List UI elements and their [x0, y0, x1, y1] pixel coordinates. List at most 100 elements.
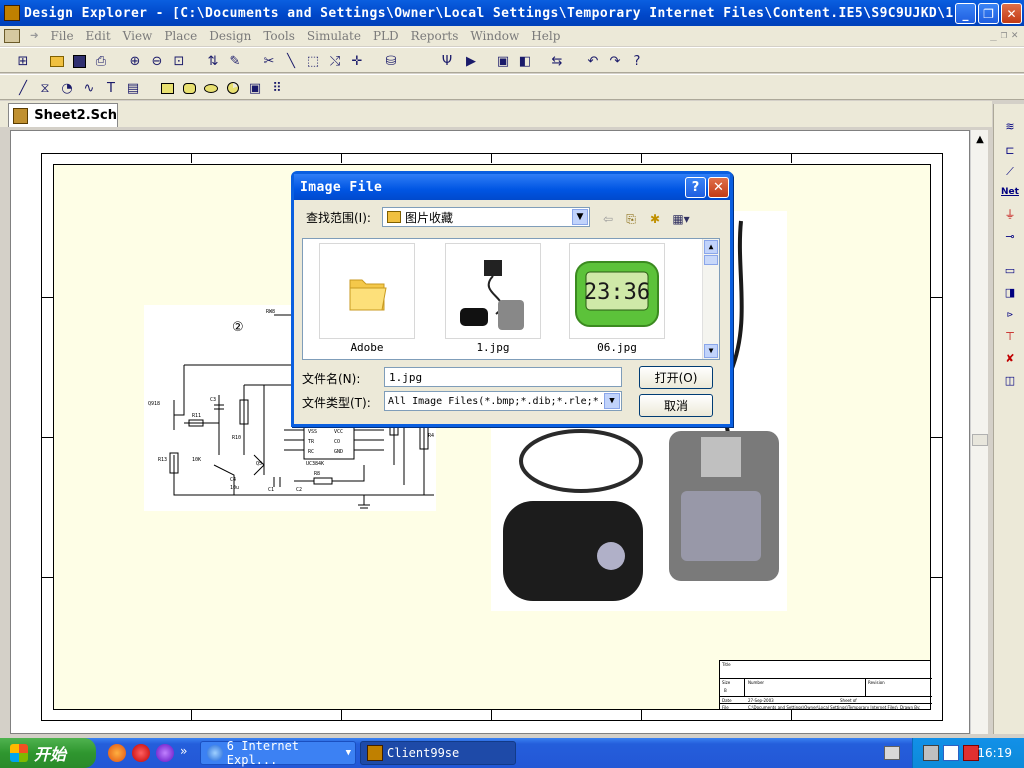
power-port-icon[interactable]: ⏚: [1000, 206, 1020, 222]
array-icon[interactable]: ⠿: [268, 79, 286, 97]
up-down-hierarchy-icon[interactable]: ⇅: [204, 52, 222, 70]
back-arrow-icon[interactable]: ➜: [30, 28, 38, 44]
sheet-symbol-icon[interactable]: ▭: [1000, 262, 1020, 278]
library-icon[interactable]: ▣: [494, 52, 512, 70]
filename-input[interactable]: 1.jpg: [384, 367, 622, 387]
open-folder-icon[interactable]: [48, 52, 66, 70]
deselect-icon[interactable]: ⤭: [326, 52, 344, 70]
keyboard-icon[interactable]: [884, 746, 900, 760]
cross-probe-icon[interactable]: ✎: [226, 52, 244, 70]
firefox-icon[interactable]: [108, 744, 126, 762]
part-icon[interactable]: ⊸: [1000, 228, 1020, 244]
round-rectangle-icon[interactable]: [180, 79, 198, 97]
file-list[interactable]: Adobe 1.jpg 23:36 06.jpg ▲ ▼: [302, 238, 720, 360]
pie-icon[interactable]: [224, 79, 242, 97]
scroll-down-icon[interactable]: ▼: [704, 344, 718, 358]
zoom-fit-icon[interactable]: ⊡: [170, 52, 188, 70]
line-icon[interactable]: ╱: [14, 79, 32, 97]
zoom-out-icon[interactable]: ⊖: [148, 52, 166, 70]
save-icon[interactable]: [70, 52, 88, 70]
close-button[interactable]: ✕: [1001, 3, 1022, 24]
arrange-icon[interactable]: ⇆: [548, 52, 566, 70]
wire-icon[interactable]: ≋: [1000, 118, 1020, 134]
menu-simulate[interactable]: Simulate: [307, 29, 361, 43]
sheet-entry-icon[interactable]: ◨: [1000, 284, 1020, 300]
camera-icon[interactable]: [923, 745, 939, 761]
media-icon[interactable]: [132, 744, 150, 762]
chevron-down-icon[interactable]: ▼: [572, 209, 588, 225]
junction-icon[interactable]: ⊤: [1000, 328, 1020, 344]
zoom-in-icon[interactable]: ⊕: [126, 52, 144, 70]
scroll-up-icon[interactable]: ▲: [704, 240, 718, 254]
up-folder-icon[interactable]: ⎘: [622, 210, 640, 228]
file-item-adobe[interactable]: Adobe: [319, 243, 415, 359]
browse-library-icon[interactable]: ⛁: [382, 52, 400, 70]
menu-help[interactable]: Help: [531, 29, 560, 43]
dialog-help-button[interactable]: ?: [685, 177, 706, 198]
text-icon[interactable]: T: [102, 79, 120, 97]
mdi-restore-icon[interactable]: ❐: [1001, 28, 1008, 41]
redo-icon[interactable]: ↷: [606, 52, 624, 70]
task-client99se[interactable]: Client99se: [360, 741, 516, 765]
net-label-icon[interactable]: Net: [1000, 184, 1020, 200]
look-in-dropdown[interactable]: 图片收藏 ▼: [382, 207, 590, 227]
menu-window[interactable]: Window: [470, 29, 519, 43]
start-button[interactable]: 开始: [0, 738, 96, 768]
tab-sheet2[interactable]: Sheet2.Sch: [8, 103, 118, 127]
app-quicklaunch-icon[interactable]: [156, 744, 174, 762]
rectangle-icon[interactable]: [158, 79, 176, 97]
dialog-close-button[interactable]: ✕: [708, 177, 729, 198]
bus-icon[interactable]: ⊏: [1000, 142, 1020, 158]
port-icon[interactable]: ⊳: [1000, 306, 1020, 322]
filetype-dropdown[interactable]: All Image Files(*.bmp;*.dib;*.rle;*. ▼: [384, 391, 622, 411]
network-icon[interactable]: [943, 745, 959, 761]
cut-icon[interactable]: ✂: [260, 52, 278, 70]
mdi-close-icon[interactable]: ✕: [1011, 28, 1018, 41]
menu-place[interactable]: Place: [164, 29, 197, 43]
menu-reports[interactable]: Reports: [411, 29, 459, 43]
cancel-button[interactable]: 取消: [639, 394, 713, 417]
file-item-1jpg[interactable]: 1.jpg: [445, 243, 541, 359]
vertical-scrollbar[interactable]: ▲: [970, 130, 988, 734]
print-icon[interactable]: ⎙: [92, 52, 110, 70]
new-folder-icon[interactable]: ✱: [646, 210, 664, 228]
scroll-up-icon[interactable]: ▲: [973, 134, 987, 148]
menu-view[interactable]: View: [123, 29, 153, 43]
scroll-thumb[interactable]: [972, 434, 988, 446]
mdi-minimize-icon[interactable]: _: [990, 28, 997, 41]
bus-entry-icon[interactable]: ⟋: [1000, 164, 1020, 180]
simulate-icon[interactable]: Ψ: [438, 52, 456, 70]
text-frame-icon[interactable]: ▤: [124, 79, 142, 97]
select-area-icon[interactable]: ⬚: [304, 52, 322, 70]
graphic-icon[interactable]: ▣: [246, 79, 264, 97]
file-item-06jpg[interactable]: 23:36 06.jpg: [569, 243, 665, 359]
menu-tools[interactable]: Tools: [263, 29, 295, 43]
more-quicklaunch-icon[interactable]: »: [180, 744, 187, 758]
menu-edit[interactable]: Edit: [86, 29, 111, 43]
bezier-icon[interactable]: ∿: [80, 79, 98, 97]
ellipse-icon[interactable]: [202, 79, 220, 97]
hierarchy-icon[interactable]: ⊞: [14, 52, 32, 70]
chevron-down-icon[interactable]: ▼: [604, 393, 620, 409]
scroll-thumb[interactable]: [704, 255, 718, 265]
maximize-button[interactable]: ❐: [978, 3, 999, 24]
component-icon[interactable]: ◧: [516, 52, 534, 70]
run-icon[interactable]: ▶: [462, 52, 480, 70]
pcb-layout-icon[interactable]: ◫: [1000, 372, 1020, 388]
back-icon[interactable]: ⇦: [599, 210, 617, 228]
view-menu-icon[interactable]: ▦▾: [669, 210, 693, 228]
arc-icon[interactable]: ◔: [58, 79, 76, 97]
file-list-scrollbar[interactable]: ▲ ▼: [702, 239, 719, 359]
move-icon[interactable]: ✛: [348, 52, 366, 70]
undo-icon[interactable]: ↶: [584, 52, 602, 70]
no-erc-icon[interactable]: ✘: [1000, 350, 1020, 366]
menu-pld[interactable]: PLD: [373, 29, 399, 43]
open-button[interactable]: 打开(O): [639, 366, 713, 389]
task-internet-explorer[interactable]: 6 Internet Expl... ▼: [200, 739, 356, 767]
menu-file[interactable]: File: [50, 29, 73, 43]
help-icon[interactable]: ?: [628, 52, 646, 70]
menu-design[interactable]: Design: [209, 29, 251, 43]
polygon-icon[interactable]: ⧖: [36, 79, 54, 97]
paste-icon[interactable]: ╲: [282, 52, 300, 70]
minimize-button[interactable]: _: [955, 3, 976, 24]
